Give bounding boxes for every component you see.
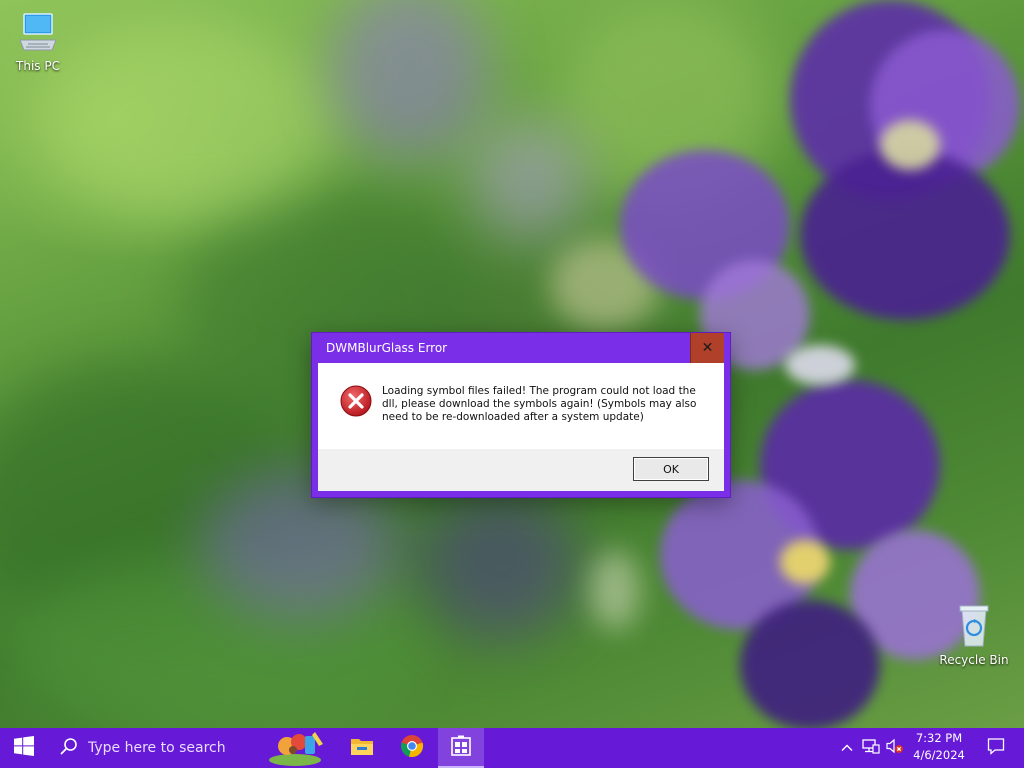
tray-clock[interactable]: 7:32 PM 4/6/2024 — [906, 730, 972, 766]
error-dialog: DWMBlurGlass Error ✕ Loading symbol file… — [311, 332, 731, 498]
desktop-icon-recycle-bin[interactable]: Recycle Bin — [936, 602, 1012, 667]
desktop-icon-label: This PC — [16, 59, 60, 73]
taskbar-app-widgets[interactable] — [262, 728, 338, 768]
tray-show-hidden-button[interactable] — [836, 728, 858, 768]
dialog-body: Loading symbol files failed! The program… — [318, 363, 724, 449]
notification-icon — [987, 737, 1005, 759]
file-explorer-icon — [350, 736, 374, 760]
desktop-icon-this-pc[interactable]: This PC — [0, 10, 76, 73]
chrome-icon — [400, 734, 424, 762]
taskbar-app-chrome[interactable] — [392, 728, 432, 768]
tray-network-button[interactable] — [860, 728, 882, 768]
tray-volume-button[interactable] — [884, 728, 906, 768]
action-center-button[interactable] — [976, 728, 1016, 768]
active-app-icon — [450, 735, 472, 761]
search-placeholder: Type here to search — [88, 740, 226, 756]
widgets-app-icon — [265, 726, 335, 768]
taskbar-app-file-explorer[interactable] — [342, 728, 382, 768]
close-button[interactable]: ✕ — [690, 333, 724, 363]
this-pc-icon — [0, 10, 76, 57]
dialog-title: DWMBlurGlass Error — [326, 341, 448, 355]
clock-date: 4/6/2024 — [913, 748, 965, 762]
clock-time: 7:32 PM — [915, 731, 963, 745]
error-message: Loading symbol files failed! The program… — [382, 385, 697, 423]
taskbar-app-active[interactable] — [438, 728, 484, 768]
dialog-titlebar[interactable]: DWMBlurGlass Error ✕ — [312, 333, 730, 363]
recycle-bin-icon — [936, 602, 1012, 651]
taskbar-search[interactable]: Type here to search — [48, 728, 256, 768]
search-icon — [60, 737, 78, 759]
ok-button[interactable]: OK — [633, 457, 709, 481]
close-icon: ✕ — [701, 340, 714, 356]
taskbar: Type here to search 7:32 PM 4/6/2024 — [0, 728, 1024, 768]
windows-logo-icon — [14, 736, 34, 760]
dialog-footer: OK — [318, 449, 724, 491]
error-icon — [340, 385, 372, 421]
desktop-icon-label: Recycle Bin — [939, 653, 1009, 667]
network-icon — [862, 738, 880, 758]
chevron-up-icon — [841, 739, 853, 758]
start-button[interactable] — [0, 728, 48, 768]
volume-muted-icon — [886, 738, 904, 758]
